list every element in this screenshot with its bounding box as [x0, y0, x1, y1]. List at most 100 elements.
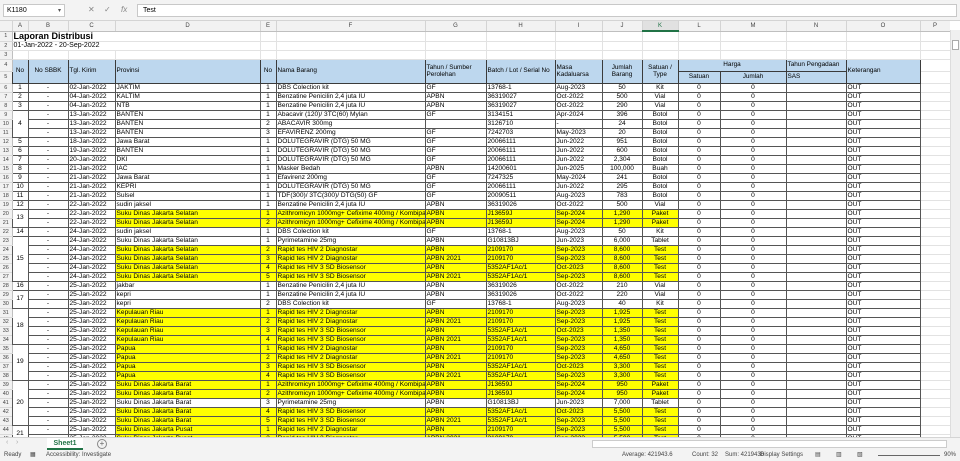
cell-tgl-kirim[interactable]: 24-Jan-2022	[67, 254, 116, 264]
cell-masa-kadaluarsa[interactable]: Jun-2022	[554, 182, 603, 192]
row-header[interactable]: 28	[0, 281, 13, 291]
cell-keterangan[interactable]: OUT	[845, 353, 921, 363]
cell-no[interactable]: 8	[11, 164, 29, 174]
cell-nama-barang[interactable]: Pyrimetamine 25mg	[275, 236, 426, 246]
cell[interactable]	[920, 344, 950, 354]
row-header[interactable]: 22	[0, 227, 13, 237]
cell-nama-barang[interactable]: Rapid tes HIV 3 SD Biosensor	[275, 407, 426, 417]
row-header[interactable]: 37	[0, 362, 13, 372]
cell[interactable]	[425, 31, 487, 42]
cell-harga-jumlah[interactable]: 0	[719, 209, 787, 219]
cell[interactable]	[920, 299, 950, 309]
cell[interactable]	[276, 31, 426, 42]
row-header[interactable]: 20	[0, 209, 13, 219]
cell-item-no[interactable]: 1	[259, 182, 277, 192]
row-header[interactable]: 15	[0, 164, 13, 174]
cell-sumber[interactable]: APBN	[424, 218, 487, 228]
cell-batch[interactable]: 20066111	[485, 182, 556, 192]
cell-batch[interactable]: 20066111	[485, 155, 556, 165]
cell-sumber[interactable]: GF	[424, 299, 487, 309]
cell-satuan[interactable]: Test	[641, 263, 679, 273]
cell-masa-kadaluarsa[interactable]: Aug-2023	[554, 299, 603, 309]
cell-masa-kadaluarsa[interactable]: Oct-2023	[554, 326, 603, 336]
cell-harga-satuan[interactable]: 0	[677, 110, 721, 120]
cell-provinsi[interactable]: Papua	[114, 344, 261, 354]
cell-nama-barang[interactable]: Abacavir (120)/ 3TC(60) Mylan	[275, 110, 426, 120]
cell-sumber[interactable]: GF	[424, 83, 487, 93]
cell-sbbk[interactable]: -	[27, 272, 69, 282]
zoom-slider[interactable]	[878, 455, 940, 456]
cell-batch[interactable]: 36319027	[485, 101, 556, 111]
column-header-D[interactable]: D	[115, 21, 261, 32]
cell-jumlah-barang[interactable]: 500	[601, 200, 643, 210]
name-box[interactable]: K1180 ▾	[3, 4, 65, 17]
cell-tahun-pengadaan[interactable]	[785, 416, 847, 426]
cell-tahun-pengadaan[interactable]	[785, 344, 847, 354]
cell-batch[interactable]: G10813BJ	[485, 398, 556, 408]
cell-satuan[interactable]: Paket	[641, 380, 679, 390]
cell[interactable]	[786, 41, 847, 51]
cell-harga-satuan[interactable]: 0	[677, 326, 721, 336]
cell-sbbk[interactable]: -	[27, 308, 69, 318]
cell-batch[interactable]: 5352AF1Ac/1	[485, 407, 556, 417]
cell-harga-satuan[interactable]: 0	[677, 200, 721, 210]
cell-harga-satuan[interactable]: 0	[677, 398, 721, 408]
cell-item-no[interactable]: 1	[259, 236, 277, 246]
cell-sbbk[interactable]: -	[27, 380, 69, 390]
cell-harga-satuan[interactable]: 0	[677, 236, 721, 246]
prev-sheet-icon[interactable]: ‹	[6, 439, 8, 446]
cell-item-no[interactable]: 2	[259, 245, 277, 255]
cell-batch[interactable]: 13768-1	[485, 299, 556, 309]
cell[interactable]	[602, 41, 643, 51]
cell-sumber[interactable]: APBN	[424, 245, 487, 255]
cell-harga-satuan[interactable]: 0	[677, 83, 721, 93]
cell[interactable]	[920, 146, 950, 156]
row-header[interactable]: 32	[0, 317, 13, 327]
cell-provinsi[interactable]: kepri	[114, 290, 261, 300]
cell-masa-kadaluarsa[interactable]: Sep-2023	[554, 425, 603, 435]
cell-harga-satuan[interactable]: 0	[677, 272, 721, 282]
cell-item-no[interactable]: 2	[259, 389, 277, 399]
cell-harga-satuan[interactable]: 0	[677, 344, 721, 354]
cell[interactable]	[920, 71, 950, 84]
cell-sbbk[interactable]: -	[27, 263, 69, 273]
cell-harga-jumlah[interactable]: 0	[719, 362, 787, 372]
cell-harga-jumlah[interactable]: 0	[719, 164, 787, 174]
cell-jumlah-barang[interactable]: 8,600	[601, 272, 643, 282]
cell-batch[interactable]: 2109170	[485, 344, 556, 354]
cell-batch[interactable]: J13659J	[485, 209, 556, 219]
cell-sbbk[interactable]: -	[27, 218, 69, 228]
cell-no[interactable]: 10	[11, 182, 29, 192]
cell-sumber[interactable]: GF	[424, 191, 487, 201]
cell-batch[interactable]: G10813BJ	[485, 236, 556, 246]
cell-tahun-pengadaan[interactable]	[785, 263, 847, 273]
cell[interactable]	[920, 353, 950, 363]
cell-harga-satuan[interactable]: 0	[677, 191, 721, 201]
cell-jumlah-barang[interactable]: 1,925	[601, 308, 643, 318]
row-header[interactable]: 21	[0, 218, 13, 228]
cell-keterangan[interactable]: OUT	[845, 263, 921, 273]
cell-harga-jumlah[interactable]: 0	[719, 344, 787, 354]
cell[interactable]	[920, 227, 950, 237]
row-header[interactable]: 33	[0, 326, 13, 336]
column-header-J[interactable]: J	[602, 21, 643, 32]
row-header[interactable]: 27	[0, 272, 13, 282]
cell[interactable]	[486, 41, 556, 51]
cell-sumber[interactable]: APBN	[424, 398, 487, 408]
add-sheet-icon[interactable]: +	[97, 439, 107, 449]
cell-tahun-pengadaan[interactable]	[785, 173, 847, 183]
cell[interactable]	[555, 31, 603, 42]
cell-nama-barang[interactable]: TDF(300)/ 3TC(300)/ DTG(50) GF	[275, 191, 426, 201]
cell-harga-satuan[interactable]: 0	[677, 101, 721, 111]
cell-masa-kadaluarsa[interactable]: -	[554, 119, 603, 129]
cell-batch[interactable]: 5352AF1Ac/1	[485, 272, 556, 282]
cell-harga-jumlah[interactable]: 0	[719, 398, 787, 408]
cell-sumber[interactable]: APBN	[424, 236, 487, 246]
cell-jumlah-barang[interactable]: 3,300	[601, 371, 643, 381]
row-header[interactable]: 14	[0, 155, 13, 165]
cell-harga-satuan[interactable]: 0	[677, 155, 721, 165]
cell-harga-jumlah[interactable]: 0	[719, 119, 787, 129]
column-header-E[interactable]: E	[260, 21, 277, 32]
cell-sbbk[interactable]: -	[27, 344, 69, 354]
cell-tahun-pengadaan[interactable]	[785, 227, 847, 237]
